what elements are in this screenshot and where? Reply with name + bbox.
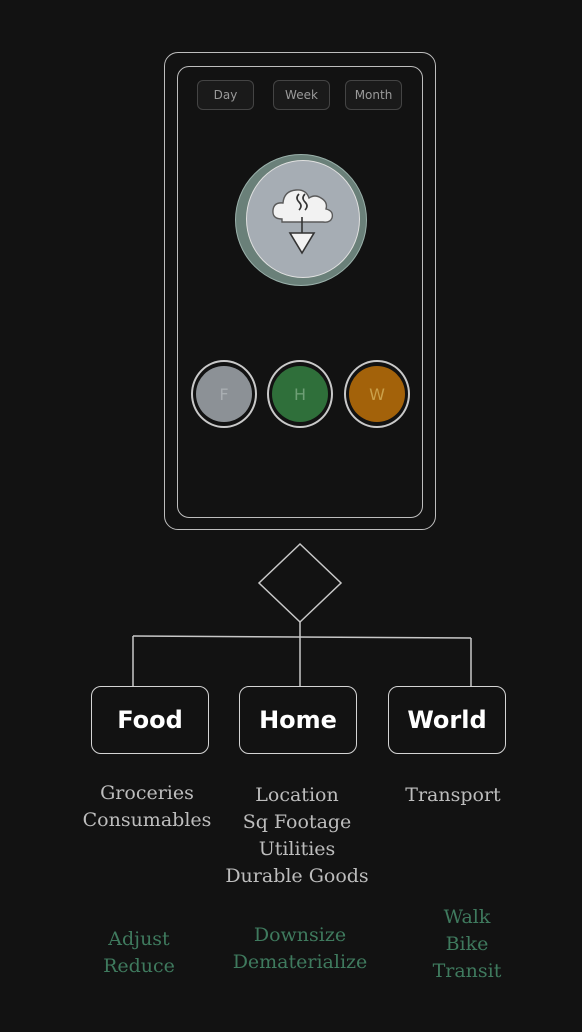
list-item: Location: [255, 784, 339, 806]
phone-screen: [177, 66, 423, 518]
decision-diamond: [257, 542, 343, 624]
main-emissions-button[interactable]: [246, 160, 360, 278]
food-button-letter: F: [196, 366, 252, 422]
home-category-button[interactable]: H: [267, 360, 333, 428]
branch-bar: [132, 635, 472, 639]
list-item: Groceries: [100, 782, 194, 804]
list-item: Utilities: [258, 838, 336, 860]
food-actions: Adjust Reduce: [84, 926, 194, 980]
list-item: Sq Footage: [242, 811, 352, 833]
list-item: Durable Goods: [225, 865, 369, 887]
action-item: Dematerialize: [232, 951, 368, 973]
list-item: Transport: [405, 784, 501, 806]
food-category-button[interactable]: F: [191, 360, 257, 428]
home-box: Home: [239, 686, 357, 754]
home-button-letter: H: [272, 366, 328, 422]
world-box: World: [388, 686, 506, 754]
world-actions: Walk Bike Transit: [412, 904, 522, 985]
flow-diagram: Day Week Month F H W Food Home World Gro…: [0, 0, 582, 1032]
tab-week[interactable]: Week: [273, 80, 330, 110]
world-category-button[interactable]: W: [344, 360, 410, 428]
action-item: Reduce: [103, 955, 175, 977]
home-items: Location Sq Footage Utilities Durable Go…: [212, 782, 382, 890]
cloud-co2-download-icon: [272, 189, 334, 255]
action-item: Downsize: [253, 924, 347, 946]
world-button-letter: W: [349, 366, 405, 422]
world-items: Transport: [394, 782, 512, 809]
action-item: Transit: [432, 960, 502, 982]
action-item: Adjust: [108, 928, 170, 950]
home-actions: Downsize Dematerialize: [215, 922, 385, 976]
action-item: Bike: [445, 933, 489, 955]
tab-day[interactable]: Day: [197, 80, 254, 110]
food-items: Groceries Consumables: [70, 780, 224, 834]
tab-month[interactable]: Month: [345, 80, 402, 110]
food-box: Food: [91, 686, 209, 754]
action-item: Walk: [443, 906, 491, 928]
list-item: Consumables: [82, 809, 212, 831]
